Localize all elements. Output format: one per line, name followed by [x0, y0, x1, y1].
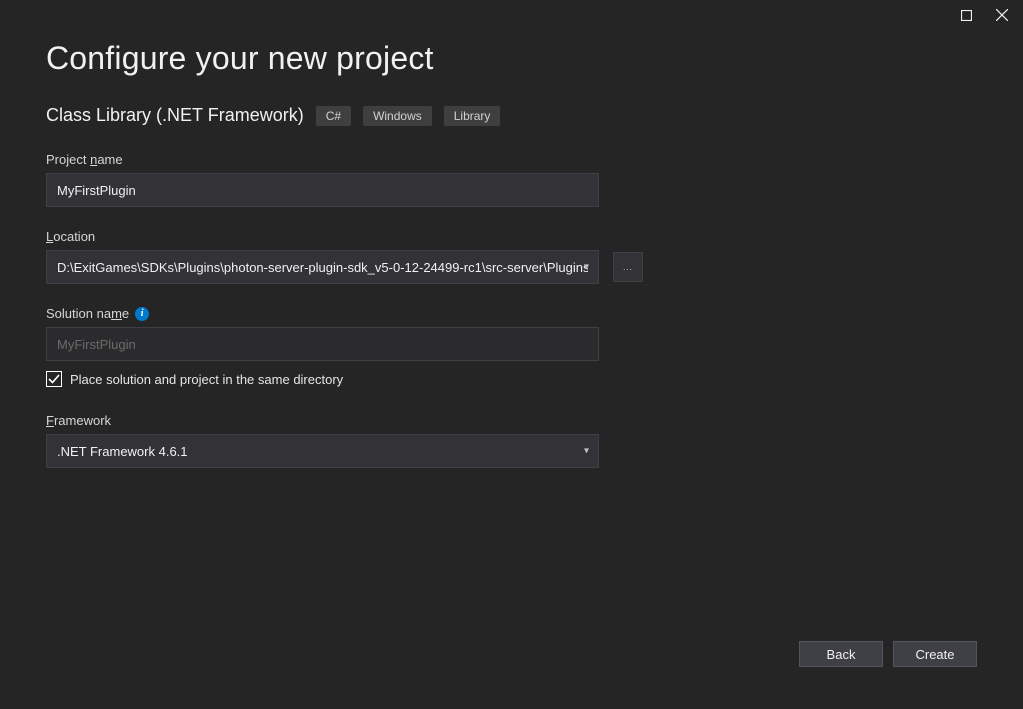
- location-label: Location: [46, 229, 977, 244]
- same-directory-checkbox[interactable]: [46, 371, 62, 387]
- project-type-label: Class Library (.NET Framework): [46, 105, 304, 126]
- create-button[interactable]: Create: [893, 641, 977, 667]
- project-name-label: Project name: [46, 152, 977, 167]
- same-directory-label: Place solution and project in the same d…: [70, 372, 343, 387]
- back-button[interactable]: Back: [799, 641, 883, 667]
- maximize-button[interactable]: [959, 8, 973, 22]
- tag-category: Library: [444, 106, 501, 126]
- info-icon[interactable]: i: [135, 307, 149, 321]
- solution-name-label: Solution name: [46, 306, 129, 321]
- solution-name-input: [46, 327, 599, 361]
- browse-button[interactable]: ...: [613, 252, 643, 282]
- tag-platform: Windows: [363, 106, 432, 126]
- framework-label: Framework: [46, 413, 977, 428]
- framework-select[interactable]: [46, 434, 599, 468]
- project-name-input[interactable]: [46, 173, 599, 207]
- page-title: Configure your new project: [46, 40, 977, 77]
- location-input[interactable]: [46, 250, 599, 284]
- close-button[interactable]: [995, 8, 1009, 22]
- tag-language: C#: [316, 106, 351, 126]
